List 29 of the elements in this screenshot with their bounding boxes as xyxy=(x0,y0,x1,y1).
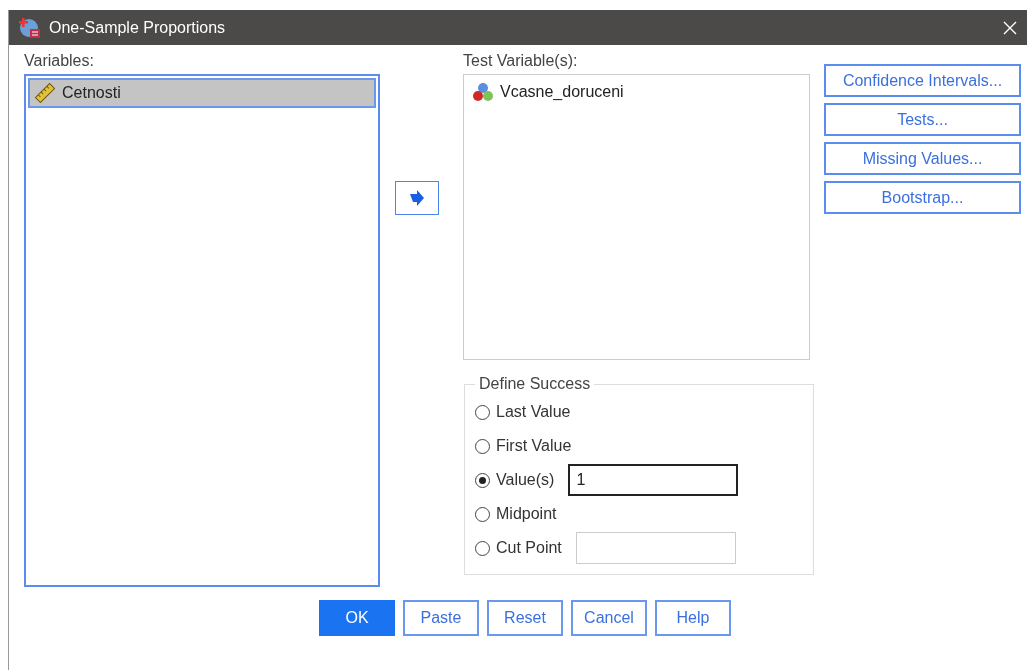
dialog-button[interactable]: Reset xyxy=(487,600,563,636)
dialog-button[interactable]: Confidence Intervals... xyxy=(824,64,1021,97)
radio-label: Value(s) xyxy=(496,471,555,489)
radio-label: Midpoint xyxy=(496,505,557,523)
arrow-icon xyxy=(409,190,425,206)
variable-list[interactable]: Cetnosti xyxy=(24,74,380,587)
dialog-button[interactable]: Missing Values... xyxy=(824,142,1021,175)
radio-label: Cut Point xyxy=(496,539,562,557)
close-icon[interactable] xyxy=(1003,20,1017,35)
list-label: Test Variable(s): xyxy=(463,52,579,71)
dialog-button[interactable]: Tests... xyxy=(824,103,1021,136)
input-field[interactable] xyxy=(575,532,736,564)
window-title: One-Sample Proportions xyxy=(49,18,227,37)
radio-label: Last Value xyxy=(496,403,571,421)
list-item[interactable]: Vcasne_doruceni xyxy=(466,77,807,107)
input-field[interactable]: 1 xyxy=(568,464,739,496)
balls-icon xyxy=(472,82,494,102)
list-label: Variables: xyxy=(24,52,95,71)
move-button[interactable] xyxy=(395,181,439,215)
app-icon xyxy=(19,16,41,39)
dialog-button[interactable]: Paste xyxy=(403,600,479,636)
variable-list[interactable]: Vcasne_doruceni xyxy=(463,74,810,360)
dialog-button[interactable]: Cancel xyxy=(571,600,647,636)
dialog-button[interactable]: Help xyxy=(655,600,731,636)
group-title: Define Success xyxy=(478,375,592,393)
ok-button[interactable]: OK xyxy=(319,600,395,636)
radio-label: First Value xyxy=(496,437,572,455)
list-item[interactable]: Cetnosti xyxy=(28,78,376,108)
dialog-button[interactable]: Bootstrap... xyxy=(824,181,1021,214)
